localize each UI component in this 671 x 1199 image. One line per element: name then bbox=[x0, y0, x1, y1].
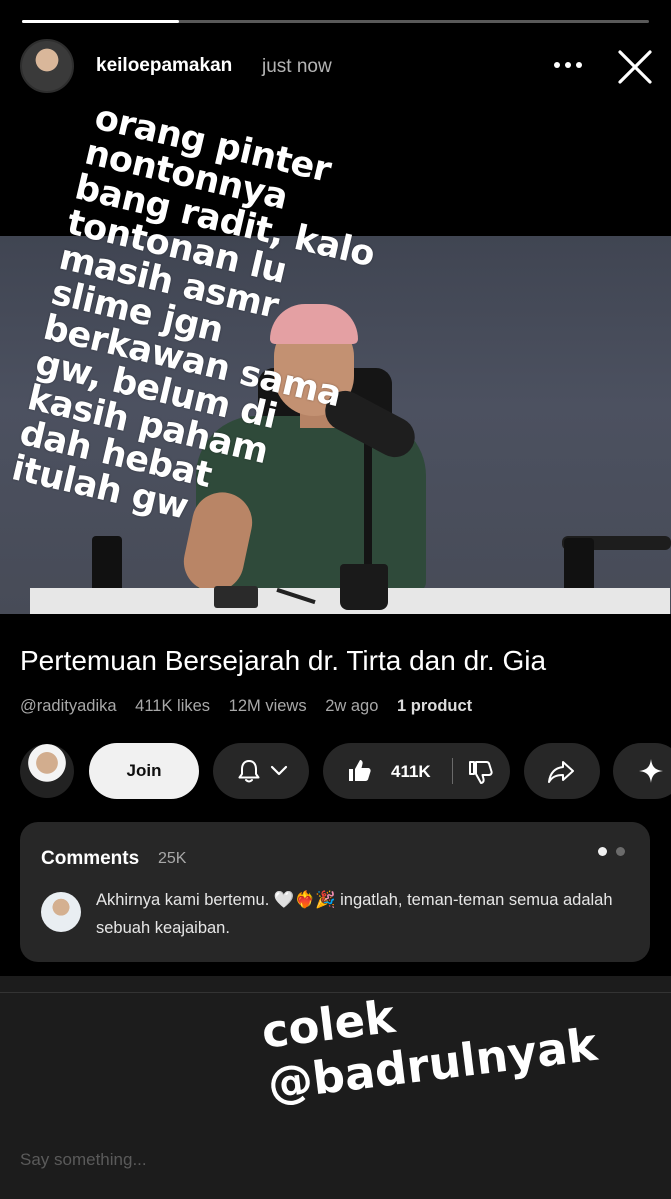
comments-title: Comments bbox=[41, 848, 140, 869]
story-username[interactable]: keiloepamakan bbox=[96, 55, 232, 77]
channel-avatar[interactable] bbox=[20, 744, 74, 798]
join-button[interactable]: Join bbox=[89, 743, 199, 799]
commenter-avatar bbox=[41, 892, 81, 932]
mention-sticker[interactable]: colek @badrulnyak bbox=[259, 990, 652, 1111]
mic-stand-left bbox=[92, 536, 122, 594]
close-icon[interactable] bbox=[614, 46, 656, 88]
top-comment: Akhirnya kami bertemu. 🤍❤️‍🔥🎉 ingatlah, … bbox=[96, 891, 613, 937]
thumbs-up-icon[interactable] bbox=[345, 757, 373, 785]
more-icon[interactable] bbox=[548, 50, 588, 80]
upload-age: 2w ago bbox=[325, 697, 379, 715]
story-timestamp: just now bbox=[262, 56, 332, 77]
thumbs-down-icon[interactable] bbox=[466, 758, 494, 786]
comments-count: 25K bbox=[158, 850, 187, 867]
mug bbox=[340, 564, 388, 610]
story-viewer: keiloepamakan just now orang pinter nont… bbox=[0, 0, 671, 1199]
notifications-button[interactable] bbox=[213, 743, 309, 799]
comments-panel[interactable]: Comments 25K Akhirnya kami bertemu. 🤍❤️‍… bbox=[20, 822, 650, 962]
story-progress-bar bbox=[22, 20, 649, 23]
like-divider bbox=[452, 758, 453, 784]
product-link[interactable]: 1 product bbox=[397, 697, 472, 715]
pager-dot-active bbox=[598, 847, 607, 856]
ask-button[interactable] bbox=[613, 743, 671, 799]
story-text-overlay: orang pinter nontonnya bang radit, kalo … bbox=[6, 98, 378, 528]
view-count: 12M views bbox=[228, 697, 307, 715]
chevron-down-icon bbox=[270, 765, 288, 776]
story-progress-fill bbox=[22, 20, 179, 23]
share-button[interactable] bbox=[524, 743, 600, 799]
like-dislike-group: 411K bbox=[323, 743, 510, 799]
video-meta: @radityadika 411K likes 12M views 2w ago… bbox=[20, 697, 486, 716]
share-icon bbox=[548, 761, 574, 783]
story-header: keiloepamakan just now bbox=[0, 36, 671, 100]
user-avatar[interactable] bbox=[20, 39, 74, 93]
channel-handle[interactable]: @radityadika bbox=[20, 697, 117, 715]
mic-stand-right bbox=[564, 538, 594, 592]
bell-icon bbox=[238, 760, 260, 783]
reply-input[interactable]: Say something... bbox=[20, 1150, 147, 1170]
pager-dot bbox=[616, 847, 625, 856]
like-count: 411K bbox=[391, 762, 431, 781]
like-total: 411K likes bbox=[135, 697, 211, 715]
video-title[interactable]: Pertemuan Bersejarah dr. Tirta dan dr. G… bbox=[20, 645, 546, 677]
desk-phone bbox=[214, 586, 258, 608]
sparkle-icon bbox=[639, 759, 663, 783]
